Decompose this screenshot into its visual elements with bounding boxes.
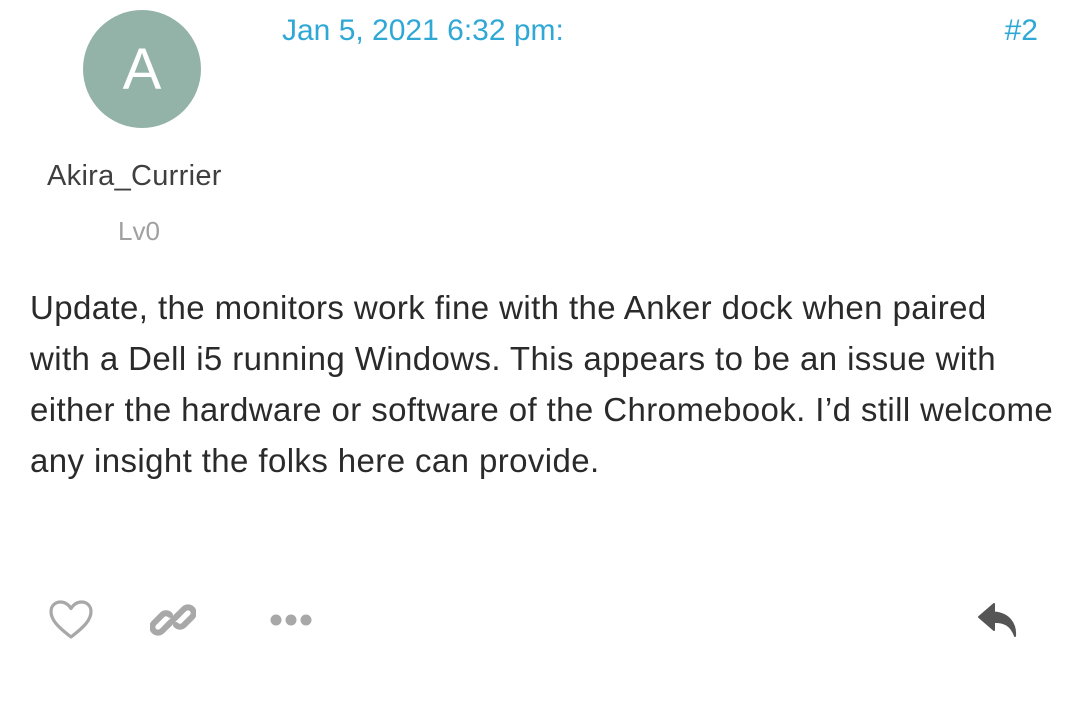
heart-icon <box>49 600 93 639</box>
link-icon <box>150 604 196 636</box>
post-timestamp: Jan 5, 2021 6:32 pm: <box>282 14 564 47</box>
more-options-button[interactable] <box>264 600 318 640</box>
ellipsis-icon <box>270 614 312 626</box>
avatar-letter: A <box>122 36 162 102</box>
share-link-button[interactable] <box>148 596 198 644</box>
username[interactable]: Akira_Currier <box>47 160 222 193</box>
post-number-link[interactable]: #2 <box>1005 14 1038 48</box>
post-body: Update, the monitors work fine with the … <box>30 289 1054 479</box>
like-button[interactable] <box>46 596 96 644</box>
avatar[interactable]: A <box>83 10 201 128</box>
user-level-badge: Lv0 <box>118 216 160 246</box>
reply-button[interactable] <box>972 596 1024 644</box>
forum-post: A Akira_Currier Lv0 Jan 5, 2021 6:32 pm:… <box>0 0 1080 709</box>
reply-icon <box>978 603 1017 637</box>
